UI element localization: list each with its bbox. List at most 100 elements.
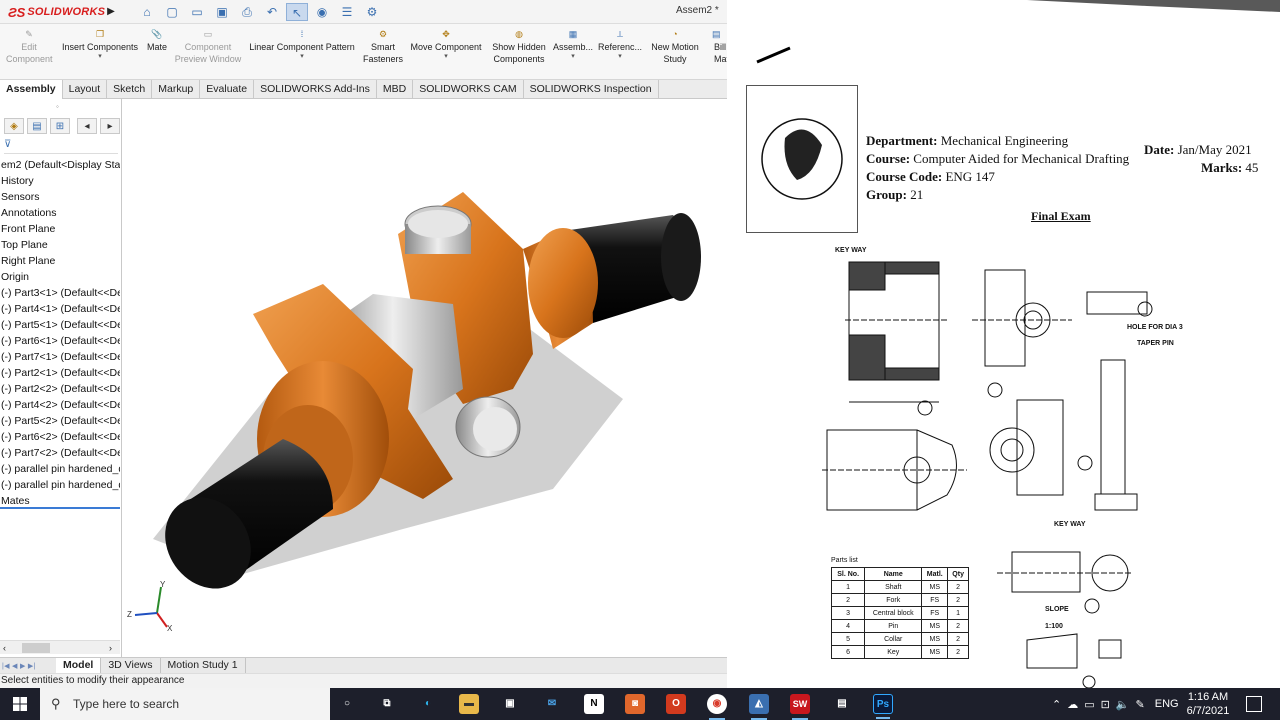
tab-model[interactable]: Model [56, 658, 102, 673]
tree-item[interactable]: (-) Part6<2> (Default<<De [0, 429, 120, 445]
scroll-right-icon[interactable]: › [109, 641, 112, 655]
menu-expand-icon[interactable]: ▶ [104, 2, 118, 22]
notion-icon[interactable]: N [584, 694, 604, 714]
smart-fasteners-button[interactable]: ⚙ Smart Fasteners [360, 28, 406, 65]
film-strip-icon[interactable]: ▤ [832, 694, 852, 714]
cortana-icon[interactable]: ○ [337, 694, 357, 714]
powerpoint-icon[interactable]: ◙ [625, 694, 645, 714]
tree-item[interactable]: (-) Part6<1> (Default<<De [0, 333, 120, 349]
volume-icon[interactable]: 🔈 [1116, 698, 1130, 711]
tab-sketch[interactable]: Sketch [107, 80, 153, 99]
graphics-area[interactable]: Z Y X [123, 99, 727, 657]
dropdown-arrow-icon[interactable]: ▾ [552, 53, 594, 61]
office-icon[interactable]: O [666, 694, 686, 714]
dropdown-arrow-icon[interactable]: ▾ [596, 53, 644, 61]
tree-item[interactable]: (-) Part5<2> (Default<<De [0, 413, 120, 429]
onedrive-cloud-icon[interactable]: ☁ [1067, 698, 1078, 711]
start-button[interactable] [0, 688, 40, 720]
tree-item[interactable]: em2 (Default<Display Stat [0, 157, 120, 173]
new-document-icon[interactable]: ▢ [161, 3, 183, 21]
dropdown-arrow-icon[interactable]: ▾ [406, 53, 486, 61]
task-view-icon[interactable]: ⧉ [377, 694, 397, 714]
assembly-features-button[interactable]: ▦ Assemb... ▾ [552, 28, 594, 61]
tab-evaluate[interactable]: Evaluate [200, 80, 255, 99]
open-folder-icon[interactable]: ▭ [186, 3, 208, 21]
network-icon[interactable]: ⊡ [1101, 698, 1110, 711]
microsoft-store-icon[interactable]: ▣ [500, 694, 520, 714]
tree-item[interactable]: (-) Part4<1> (Default<<De [0, 301, 120, 317]
show-hidden-components-button[interactable]: ◍ Show Hidden Components [486, 28, 552, 65]
linear-pattern-button[interactable]: ⁞ Linear Component Pattern ▾ [244, 28, 360, 61]
tree-item[interactable]: (-) Part2<1> (Default<<De [0, 365, 120, 381]
collapse-handle-icon[interactable]: ◦ [56, 102, 59, 111]
tree-horizontal-scrollbar[interactable]: ‹ › [0, 640, 120, 654]
tab-layout[interactable]: Layout [63, 80, 108, 99]
move-component-button[interactable]: ✥ Move Component ▾ [406, 28, 486, 61]
home-icon[interactable]: ⌂ [136, 3, 158, 21]
property-manager-tab-icon[interactable]: ▤ [27, 118, 47, 134]
tab-3d-views[interactable]: 3D Views [101, 658, 161, 673]
scroll-left-icon[interactable]: ‹ [3, 641, 6, 655]
insert-components-button[interactable]: ❐ Insert Components ▾ [58, 28, 142, 61]
new-motion-study-button[interactable]: ◔ New Motion Study [646, 28, 704, 65]
tree-item[interactable]: Right Plane [0, 253, 120, 269]
tree-item[interactable]: Sensors [0, 189, 120, 205]
tab-assembly[interactable]: Assembly [0, 80, 63, 99]
solidworks-taskbar-icon[interactable]: SW [790, 694, 810, 720]
tab-right-arrow-icon[interactable]: ▸ [100, 118, 120, 134]
mate-button[interactable]: 📎 Mate [142, 28, 172, 53]
tree-filter[interactable]: ⊽ [4, 139, 118, 154]
tab-motion-study[interactable]: Motion Study 1 [161, 658, 246, 673]
tab-inspection[interactable]: SOLIDWORKS Inspection [524, 80, 659, 99]
tree-item[interactable]: Origin [0, 269, 120, 285]
tab-markup[interactable]: Markup [152, 80, 201, 99]
universal-joint-model[interactable] [123, 99, 727, 657]
rebuild-icon[interactable]: ◉ [311, 3, 333, 21]
tree-item[interactable]: (-) parallel pin hardened_d [0, 461, 120, 477]
tab-left-arrow-icon[interactable]: ◂ [77, 118, 97, 134]
undo-icon[interactable]: ↶ [261, 3, 283, 21]
dropdown-arrow-icon[interactable]: ▾ [58, 53, 142, 61]
tree-item[interactable]: (-) Part7<2> (Default<<De [0, 445, 120, 461]
tree-item[interactable]: Top Plane [0, 237, 120, 253]
photoshop-icon[interactable]: Ps [873, 694, 893, 719]
tree-item[interactable]: (-) parallel pin hardened_d [0, 477, 120, 493]
select-cursor-icon[interactable]: ↖ [286, 3, 308, 21]
print-icon[interactable]: ⎙ [236, 3, 258, 21]
clock[interactable]: 1:16 AM 6/7/2021 [1183, 690, 1233, 718]
tab-mbd[interactable]: MBD [377, 80, 414, 99]
tree-item[interactable]: (-) Part5<1> (Default<<De [0, 317, 120, 333]
photos-icon[interactable]: ◭ [749, 694, 769, 720]
tree-item[interactable]: Annotations [0, 205, 120, 221]
tree-item[interactable]: (-) Part2<2> (Default<<De [0, 381, 120, 397]
pen-icon[interactable]: ✎ [1136, 698, 1145, 711]
language-indicator[interactable]: ENG [1155, 698, 1179, 710]
file-explorer-icon[interactable]: ▬ [459, 694, 479, 714]
chrome-icon[interactable]: ◉ [707, 694, 727, 720]
reference-geometry-button[interactable]: ⟂ Referenc... ▾ [596, 28, 644, 61]
tree-item[interactable]: (-) Part7<1> (Default<<De [0, 349, 120, 365]
tab-navigation-arrows-icon[interactable]: |◀ ◀ ▶ ▶| [0, 662, 56, 670]
tab-cam[interactable]: SOLIDWORKS CAM [413, 80, 524, 99]
mail-icon[interactable]: ✉ [542, 694, 562, 714]
save-icon[interactable]: ▣ [211, 3, 233, 21]
component-preview-button[interactable]: ▭ Component Preview Window [172, 28, 244, 65]
edit-component-button[interactable]: ✎ Edit Component [6, 28, 53, 65]
configuration-tab-icon[interactable]: ⊞ [50, 118, 70, 134]
edge-browser-icon[interactable]: ◐ [418, 694, 438, 714]
tree-item[interactable]: (-) Part4<2> (Default<<De [0, 397, 120, 413]
tree-item[interactable]: History [0, 173, 120, 189]
tree-item[interactable]: Front Plane [0, 221, 120, 237]
bill-of-materials-button[interactable]: ▤ Bill Mate [704, 28, 727, 65]
dropdown-arrow-icon[interactable]: ▾ [244, 53, 360, 61]
tab-addins[interactable]: SOLIDWORKS Add-Ins [254, 80, 377, 99]
file-properties-icon[interactable]: ☰ [336, 3, 358, 21]
scroll-thumb[interactable] [22, 643, 50, 653]
options-gear-icon[interactable]: ⚙ [361, 3, 383, 21]
solidworks-logo[interactable]: ƧS SOLIDWORKS [8, 4, 105, 20]
feature-tree-tab-icon[interactable]: ◈ [4, 118, 24, 134]
tree-item[interactable]: Mates [0, 493, 120, 509]
notification-center-icon[interactable] [1246, 696, 1262, 712]
battery-icon[interactable]: ▭ [1084, 698, 1094, 711]
taskbar-search[interactable]: ⚲ Type here to search [40, 688, 330, 720]
